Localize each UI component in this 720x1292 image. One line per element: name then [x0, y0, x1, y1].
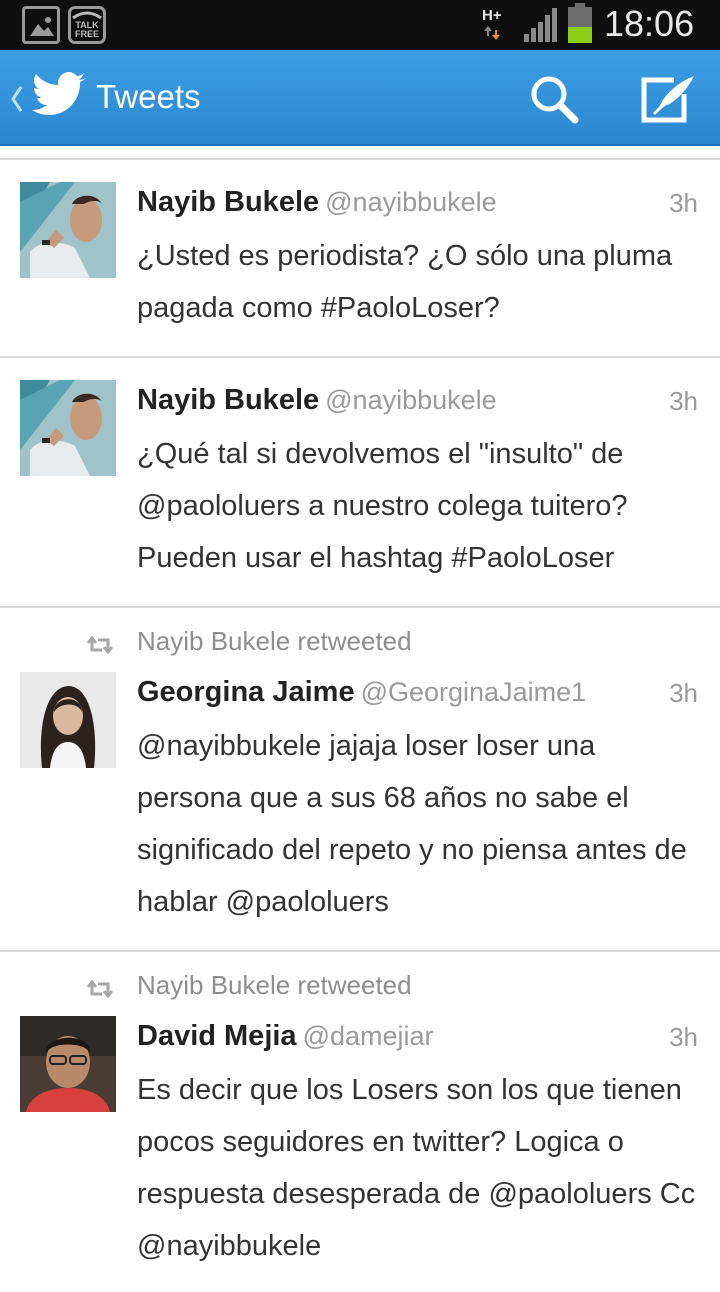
tweet-time: 3h [669, 678, 698, 708]
tweet-text: Es decir que los Losers son los que tien… [137, 1074, 696, 1262]
back-chevron-icon[interactable] [10, 84, 24, 114]
search-icon[interactable] [528, 74, 580, 126]
author-handle: @nayibbukele [325, 187, 497, 217]
battery-icon [568, 3, 592, 43]
retweeted-by: Nayib Bukele retweeted [137, 626, 412, 656]
author-name: Georgina Jaime [137, 676, 355, 708]
tweet-author[interactable]: Nayib Bukele @nayibbukele [137, 384, 497, 417]
tweet-item[interactable]: Nayib Bukele retweeted David Mejia @damej… [0, 952, 720, 1292]
status-bar: TALK FREE H+ 18:06 [0, 0, 720, 50]
tweet-time: 3h [669, 1022, 698, 1052]
tweet-author[interactable]: Nayib Bukele @nayibbukele [137, 186, 497, 219]
tweet-text: ¿Usted es periodista? ¿O sólo una pluma … [137, 240, 673, 324]
action-bar: Tweets [0, 50, 720, 146]
tweet-item[interactable]: Nayib Bukele retweeted Georgina Jaime @Ge… [0, 608, 720, 952]
author-handle: @nayibbukele [325, 385, 497, 415]
page-title: Tweets [96, 78, 201, 115]
tweet-author[interactable]: Georgina Jaime @GeorginaJaime1 [137, 676, 586, 709]
tweet-time: 3h [669, 386, 698, 416]
network-indicator: H+ [482, 7, 502, 40]
retweet-icon [86, 980, 114, 998]
tweet-item[interactable]: Nayib Bukele @nayibbukele 3h ¿Usted es pe… [0, 160, 720, 358]
data-activity-icon [484, 26, 500, 40]
avatar[interactable] [20, 182, 116, 278]
author-handle: @damejiar [302, 1021, 434, 1051]
tweet-text: ¿Qué tal si devolvemos el "insulto" de @… [137, 438, 628, 574]
tweet-text: @nayibbukele jajaja loser loser una pers… [137, 730, 687, 918]
author-name: Nayib Bukele [137, 186, 320, 218]
gallery-icon [22, 6, 60, 44]
avatar[interactable] [20, 380, 116, 476]
tweet-author[interactable]: David Mejia @damejiar [137, 1020, 434, 1053]
author-name: David Mejia [137, 1020, 297, 1052]
retweet-icon [86, 636, 114, 654]
tweet-time: 3h [669, 188, 698, 218]
tweet-item[interactable]: Nayib Bukele @nayibbukele 3h ¿Qué tal si … [0, 358, 720, 608]
author-name: Nayib Bukele [137, 384, 320, 416]
avatar[interactable] [20, 672, 116, 768]
avatar[interactable] [20, 1016, 116, 1112]
battery-level [568, 27, 592, 43]
clock: 18:06 [604, 3, 695, 44]
talkfree-label: TALK FREE [74, 20, 99, 39]
retweet-context: Nayib Bukele retweeted [0, 970, 720, 1010]
signal-icon [524, 8, 557, 42]
author-handle: @GeorginaJaime1 [360, 677, 587, 707]
retweeted-by: Nayib Bukele retweeted [137, 970, 412, 1000]
retweet-context: Nayib Bukele retweeted [0, 626, 720, 666]
network-type: H+ [482, 7, 502, 24]
talkfree-icon: TALK FREE [68, 6, 106, 44]
twitter-bird-icon[interactable] [32, 72, 88, 120]
compose-icon[interactable] [638, 72, 696, 126]
